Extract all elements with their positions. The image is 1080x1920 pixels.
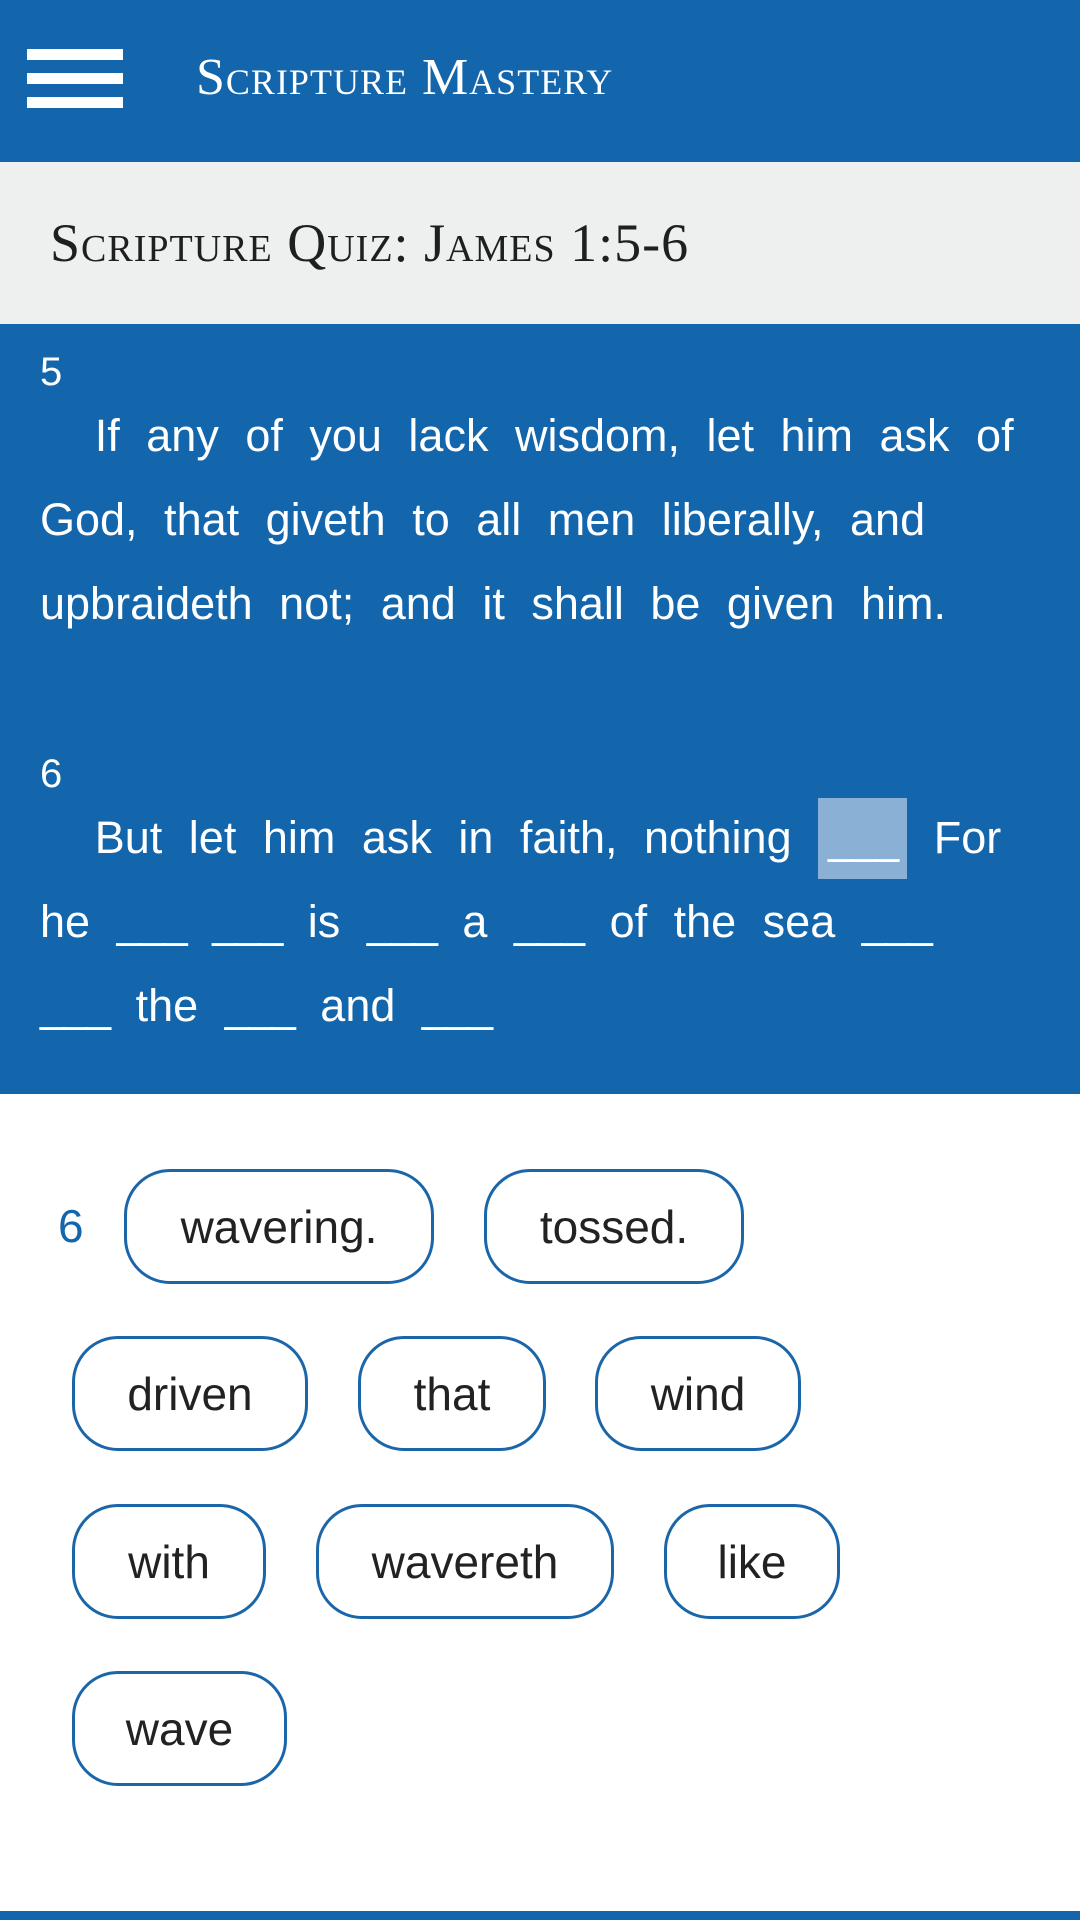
verse-text: But let him ask in faith, nothing (94, 812, 792, 863)
blank[interactable]: ___ (422, 980, 493, 1031)
verse-5: 5 If any of you lack wisdom, let him ask… (40, 352, 1020, 646)
blank[interactable]: ___ (117, 896, 188, 947)
blank[interactable]: ___ (212, 896, 283, 947)
bottom-bar (0, 1911, 1080, 1920)
verse-text: is (307, 896, 341, 947)
blank[interactable]: ___ (862, 896, 933, 947)
menu-bar (27, 97, 123, 108)
blank[interactable]: ___ (225, 980, 296, 1031)
word-chip[interactable]: wave (72, 1671, 287, 1786)
app-title: Scripture Mastery (196, 49, 614, 106)
quiz-title-band: Scripture Quiz: James 1:5-6 (0, 162, 1080, 324)
verse-text: If any of you lack wisdom, let him ask o… (40, 410, 1014, 629)
verse-text: of the sea (609, 896, 836, 947)
verse-6: 6 But let him ask in faith, nothing ___ … (40, 754, 1020, 1048)
verse-panel: 5 If any of you lack wisdom, let him ask… (0, 324, 1080, 1094)
verse-text: and (320, 980, 396, 1031)
word-chip[interactable]: wind (595, 1336, 801, 1451)
verse-text: the (135, 980, 199, 1031)
word-chip[interactable]: that (358, 1336, 546, 1451)
blank[interactable]: ___ (40, 980, 111, 1031)
blank[interactable]: ___ (367, 896, 438, 947)
blank[interactable]: ___ (514, 896, 585, 947)
word-bank-verse-number: 6 (58, 1200, 84, 1252)
menu-bar (27, 49, 123, 60)
word-chip[interactable]: driven (72, 1336, 308, 1451)
word-chip[interactable]: with (72, 1504, 266, 1619)
verse-number: 5 (40, 350, 63, 394)
quiz-title: Scripture Quiz: James 1:5-6 (50, 213, 690, 273)
app-header: Scripture Mastery (0, 0, 1080, 162)
menu-bar (27, 73, 123, 84)
hamburger-menu-icon[interactable] (27, 47, 123, 109)
verse-text: a (462, 896, 488, 947)
word-chip[interactable]: wavereth (316, 1504, 614, 1619)
word-chip[interactable]: tossed. (484, 1169, 744, 1284)
word-chip[interactable]: like (664, 1504, 840, 1619)
verse-number: 6 (40, 752, 63, 796)
active-blank[interactable]: ___ (818, 798, 908, 879)
word-chip[interactable]: wavering. (124, 1169, 434, 1284)
